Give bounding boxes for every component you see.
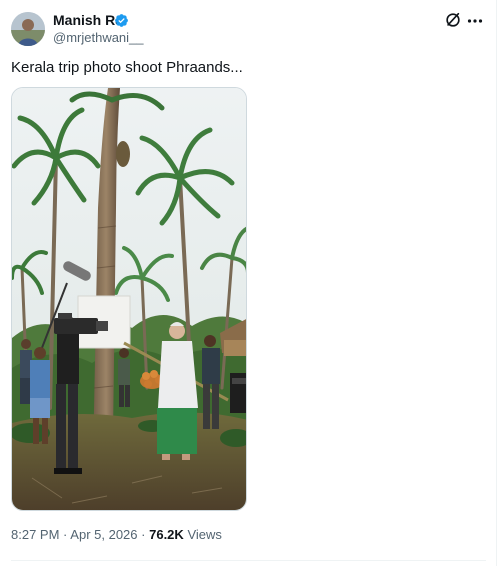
more-options-icon[interactable] [466, 12, 484, 30]
post-card: Manish RJ @mrjethwani__ Kerala trip phot… [0, 0, 497, 566]
grok-icon[interactable] [444, 11, 462, 29]
meta-separator: · [63, 527, 68, 542]
views-label: Views [187, 527, 222, 542]
author-display-name[interactable]: Manish RJ [53, 12, 123, 29]
avatar[interactable] [11, 12, 45, 46]
post-text: Kerala trip photo shoot Phraands... [11, 59, 243, 76]
verified-badge-icon [115, 14, 128, 27]
divider [11, 560, 486, 561]
photo-scene [12, 88, 246, 510]
avatar-image [11, 12, 45, 46]
post-time[interactable]: 8:27 PM [11, 527, 59, 542]
author-handle[interactable]: @mrjethwani__ [53, 30, 144, 46]
post-date[interactable]: Apr 5, 2026 [70, 527, 137, 542]
post-metadata: 8:27 PM · Apr 5, 2026 · 76.2K Views [11, 527, 222, 543]
views-count: 76.2K [149, 527, 184, 542]
meta-separator: · [141, 527, 146, 542]
post-photo[interactable] [11, 87, 247, 511]
